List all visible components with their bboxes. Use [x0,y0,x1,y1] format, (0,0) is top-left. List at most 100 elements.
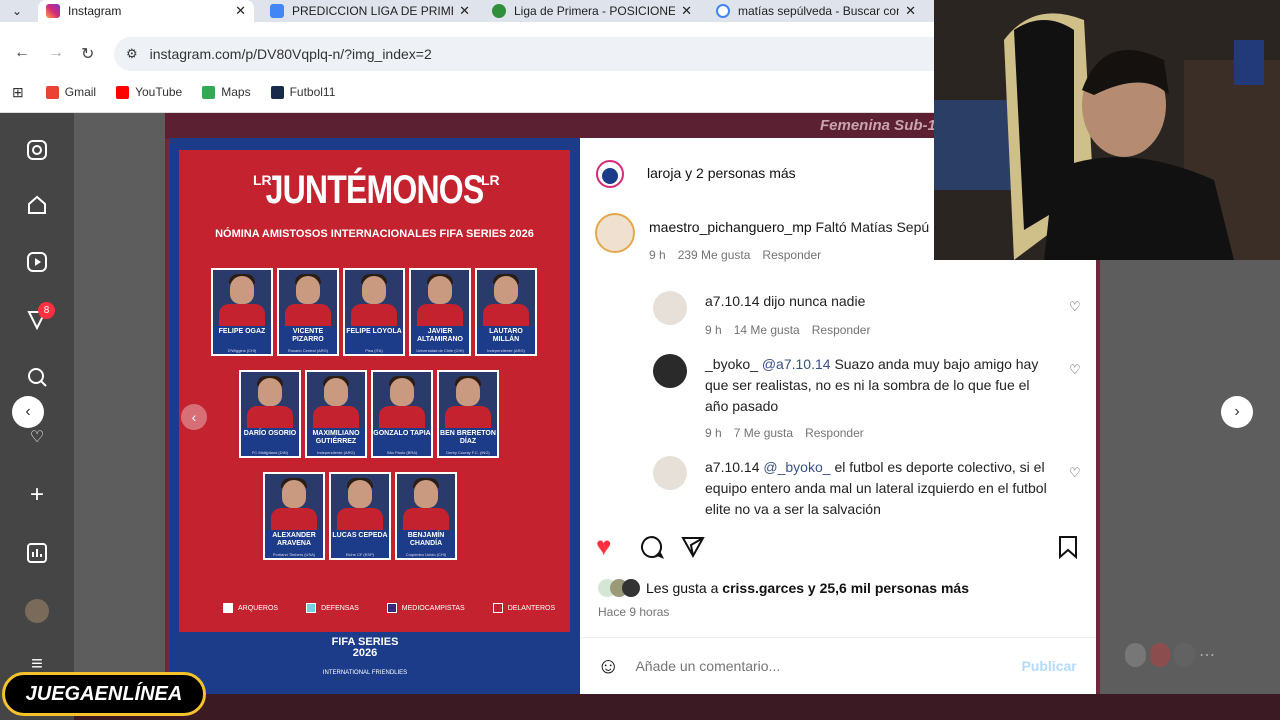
comment-text: _byoko_ @a7.10.14 Suazo anda muy bajo am… [705,356,1039,414]
more-icon: ⋯ [1199,647,1216,664]
player-name: LAUTARO MILLÁN [477,326,535,348]
comment-meta: 9 h 239 Me gusta Responder [649,248,822,262]
player-card: BENJAMÍN CHANDÍA Coquimbo Unido (CHI) [395,472,457,560]
commenter-avatar[interactable] [653,354,687,388]
legend-swatch [492,603,503,613]
carousel-prev-button[interactable]: ‹ [181,404,207,430]
likes-summary[interactable]: Les gusta a criss.garces y 25,6 mil pers… [598,579,969,597]
liked-heart-icon[interactable]: ♥ [596,531,611,562]
legend-label: MEDIOCAMPISTAS [401,604,465,612]
close-icon[interactable]: ✕ [459,3,470,19]
profile-avatar[interactable] [24,598,50,624]
post-timestamp: Hace 9 horas [598,605,670,619]
player-club: D'Wiggins (CHI) [213,348,271,354]
player-name: VICENTE PIZARRO [279,326,337,348]
player-card: GONZALO TAPIA São Paulo (BRA) [371,370,433,458]
previous-post-arrow[interactable]: ‹ [12,396,44,428]
create-icon[interactable]: + [24,481,50,508]
legend-label: DEFENSAS [321,604,359,612]
player-club: Independiente (ARG) [477,348,535,354]
poster-title: JUNTÉMONOS [265,168,485,212]
gmail-icon [45,85,59,99]
like-comment-icon[interactable]: ♡ [1069,465,1081,481]
bookmark-maps[interactable]: Maps [202,85,251,99]
commenter-avatar[interactable] [653,456,687,490]
search-icon[interactable] [24,364,50,390]
tab-search-dropdown[interactable]: ⌄ [4,0,34,22]
forward-icon[interactable]: → [48,44,64,62]
next-post-arrow[interactable]: › [1221,396,1253,428]
close-icon[interactable]: ✕ [905,3,916,19]
bookmarks-bar: ⊞ Gmail YouTube Maps Futbol11 [0,78,934,106]
player-name: DARÍO OSORIO [241,428,299,450]
like-comment-icon[interactable]: ♡ [1069,299,1081,315]
commenter-avatar[interactable] [653,291,687,325]
reload-icon[interactable]: ↻ [81,44,94,64]
comment-input[interactable] [635,658,996,674]
tab-liga-posiciones[interactable]: Liga de Primera - POSICIONES, ✕ [484,0,700,22]
comment-meta: 9 h7 Me gusta Responder [705,426,864,440]
emoji-icon[interactable]: ☺ [597,653,619,679]
legend-item: MEDIOCAMPISTAS [386,603,465,613]
player-club: Universidad de Chile (CHI) [411,348,469,354]
owner-avatar[interactable] [596,160,624,188]
home-icon[interactable] [24,192,50,218]
site-info-icon[interactable]: ⚙ [126,46,138,62]
back-icon[interactable]: ← [14,44,30,62]
bookmark-youtube[interactable]: YouTube [116,85,182,99]
address-bar[interactable]: ⚙ instagram.com/p/DV80Vqplq-n/?img_index… [114,37,934,71]
tab-prediccion[interactable]: PREDICCION LIGA DE PRIMERA ✕ [262,0,478,22]
background-banner: Femenina Sub-17 [820,117,945,134]
bookmark-futbol11[interactable]: Futbol11 [270,85,335,99]
player-name: FELIPE OGAZ [213,326,271,348]
squad-poster: LR LR JUNTÉMONOS NÓMINA AMISTOSOS INTERN… [179,150,570,632]
save-bookmark-icon[interactable] [1058,535,1078,564]
position-legend: ARQUEROS DEFENSAS MEDIOCAMPISTAS DELANTEROS [223,603,555,613]
sheets-icon [270,4,284,18]
legend-swatch [386,603,397,613]
close-icon[interactable]: ✕ [681,3,692,19]
player-card: FELIPE OGAZ D'Wiggins (CHI) [211,268,273,356]
legend-item: DELANTEROS [492,603,556,613]
tab-google-search[interactable]: matías sepúlveda - Buscar con ✕ [708,0,924,22]
player-card: FELIPE LOYOLA Pisa (ITA) [343,268,405,356]
instagram-logo-icon[interactable] [24,137,50,163]
chevron-down-icon: ⌄ [12,4,23,18]
webcam-feed [934,0,1280,260]
instagram-icon [46,4,60,18]
player-card: LAUTARO MILLÁN Independiente (ARG) [475,268,537,356]
youtube-icon [116,85,130,99]
webcam-overlay [934,0,1280,260]
share-icon[interactable] [681,535,705,564]
comment-text: a7.10.14 @_byoko_ el futbol es deporte c… [705,459,1047,517]
legend-label: DELANTEROS [507,604,556,612]
tab-instagram[interactable]: Instagram ✕ [38,0,254,22]
post-owner[interactable]: laroja y 2 personas más [647,165,796,181]
player-card: MAXIMILIANO GUTIÉRREZ Independiente (ARG) [305,370,367,458]
comment-text: a7.10.14 dijo nunca nadie [705,293,866,309]
comment-icon[interactable] [640,535,665,564]
toolbar-divider [0,106,934,113]
dashboard-icon[interactable] [24,540,50,566]
reels-icon[interactable] [24,249,50,275]
messages-icon[interactable]: 8 [24,302,55,332]
player-club: São Paulo (BRA) [373,450,431,456]
soccer-ball-icon [492,4,506,18]
player-card: ALEXANDER ARAVENA Portland Timbers (USA) [263,472,325,560]
apps-grid-icon[interactable]: ⊞ [12,84,24,101]
close-icon[interactable]: ✕ [235,3,246,19]
player-name: LUCAS CEPEDA [331,530,389,552]
add-comment-bar: ☺ Publicar [580,637,1096,694]
player-name: FELIPE LOYOLA [345,326,403,348]
maps-icon [202,85,216,99]
brand-logo: JUEGAENLÍNEA [2,672,206,716]
fifa-series-logo: FIFA SERIES 2026 [331,636,399,659]
player-club: Coquimbo Unido (CHI) [397,552,455,558]
player-club: Derby County F.C. (ING) [439,450,497,456]
publish-button[interactable]: Publicar [1021,658,1076,674]
bookmark-gmail[interactable]: Gmail [45,85,96,99]
player-name: GONZALO TAPIA [373,428,431,450]
like-comment-icon[interactable]: ♡ [1069,362,1081,378]
commenter-avatar[interactable] [595,213,635,253]
player-name: BENJAMÍN CHANDÍA [397,530,455,552]
